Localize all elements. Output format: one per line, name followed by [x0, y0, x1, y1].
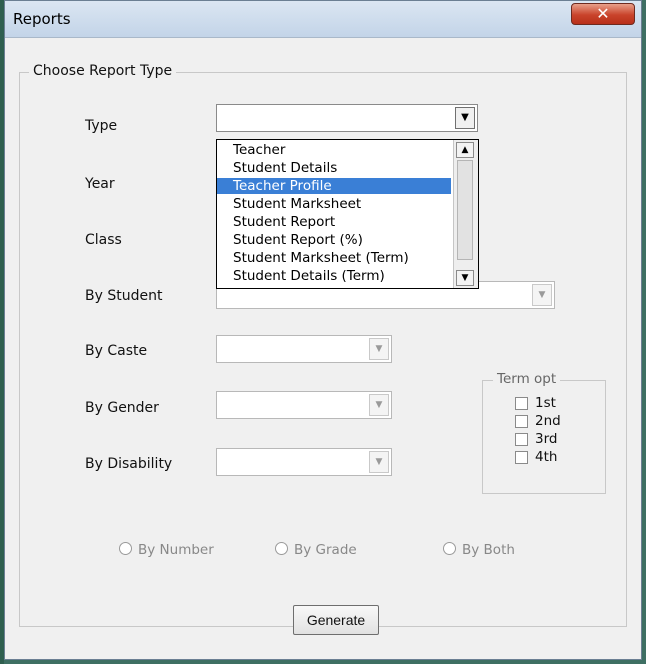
radio-by-number[interactable]: By Number [119, 542, 214, 558]
radio-by-both[interactable]: By Both [443, 542, 515, 558]
dropdown-option[interactable]: Student Details (Term) [233, 268, 453, 284]
label-by-gender: By Gender [85, 400, 159, 416]
radio-by-grade-label: By Grade [294, 542, 357, 558]
title-bar: Reports ✕ [5, 1, 641, 38]
radio-circle[interactable] [119, 542, 132, 555]
term-3rd-checkbox[interactable] [515, 433, 528, 446]
term-3rd-label: 3rd [535, 431, 558, 447]
term-4th-label: 4th [535, 449, 558, 465]
dropdown-option[interactable]: Student Report (%) [233, 232, 453, 248]
by-disability-select[interactable]: ▼ [216, 448, 392, 476]
by-gender-select[interactable]: ▼ [216, 391, 392, 419]
group-title: Choose Report Type [29, 63, 177, 79]
close-icon: ✕ [596, 4, 610, 23]
dropdown-option[interactable]: Student Details [233, 160, 453, 176]
term-1st-checkbox[interactable] [515, 397, 528, 410]
window-title: Reports [13, 10, 71, 28]
scroll-thumb[interactable] [457, 160, 473, 260]
chevron-down-icon[interactable]: ▼ [455, 107, 475, 129]
term-2nd-label: 2nd [535, 413, 561, 429]
label-year: Year [85, 176, 115, 192]
chevron-down-icon[interactable]: ▼ [532, 284, 552, 306]
dropdown-option-selected[interactable]: Teacher Profile [217, 178, 451, 194]
dropdown-option[interactable]: Teacher [233, 142, 453, 158]
close-button[interactable]: ✕ [571, 3, 635, 25]
dropdown-scrollbar[interactable]: ▲ ▼ [453, 140, 478, 288]
dropdown-option[interactable]: Student Report [233, 214, 453, 230]
reports-dialog: Reports ✕ Choose Report Type Type Year C… [4, 0, 642, 660]
dropdown-option[interactable]: Student Marksheet [233, 196, 453, 212]
chevron-down-icon[interactable]: ▼ [369, 338, 389, 360]
label-class: Class [85, 232, 122, 248]
term-1st-label: 1st [535, 395, 556, 411]
scroll-up-button[interactable]: ▲ [456, 142, 474, 158]
term-options-legend: Term opt [493, 371, 561, 387]
radio-by-both-label: By Both [462, 542, 515, 558]
scroll-down-button[interactable]: ▼ [456, 270, 474, 286]
term-options-group: Term opt 1st 2nd 3rd 4th [482, 371, 606, 494]
radio-by-grade[interactable]: By Grade [275, 542, 357, 558]
label-by-caste: By Caste [85, 343, 148, 359]
radio-by-number-label: By Number [138, 542, 214, 558]
type-select[interactable]: ▼ [216, 104, 478, 132]
term-2nd-checkbox[interactable] [515, 415, 528, 428]
type-dropdown-list: Teacher Student Details Teacher Profile … [216, 139, 479, 289]
chevron-down-icon[interactable]: ▼ [369, 394, 389, 416]
label-type: Type [85, 118, 118, 134]
generate-button[interactable]: Generate [293, 605, 379, 635]
chevron-down-icon[interactable]: ▼ [369, 451, 389, 473]
term-4th-checkbox[interactable] [515, 451, 528, 464]
radio-circle[interactable] [443, 542, 456, 555]
radio-circle[interactable] [275, 542, 288, 555]
dialog-body: Choose Report Type Type Year Class By St… [5, 38, 641, 659]
by-caste-select[interactable]: ▼ [216, 335, 392, 363]
dropdown-option[interactable]: Student Marksheet (Term) [233, 250, 453, 266]
label-by-student: By Student [85, 288, 163, 304]
label-by-disability: By Disability [85, 456, 173, 472]
